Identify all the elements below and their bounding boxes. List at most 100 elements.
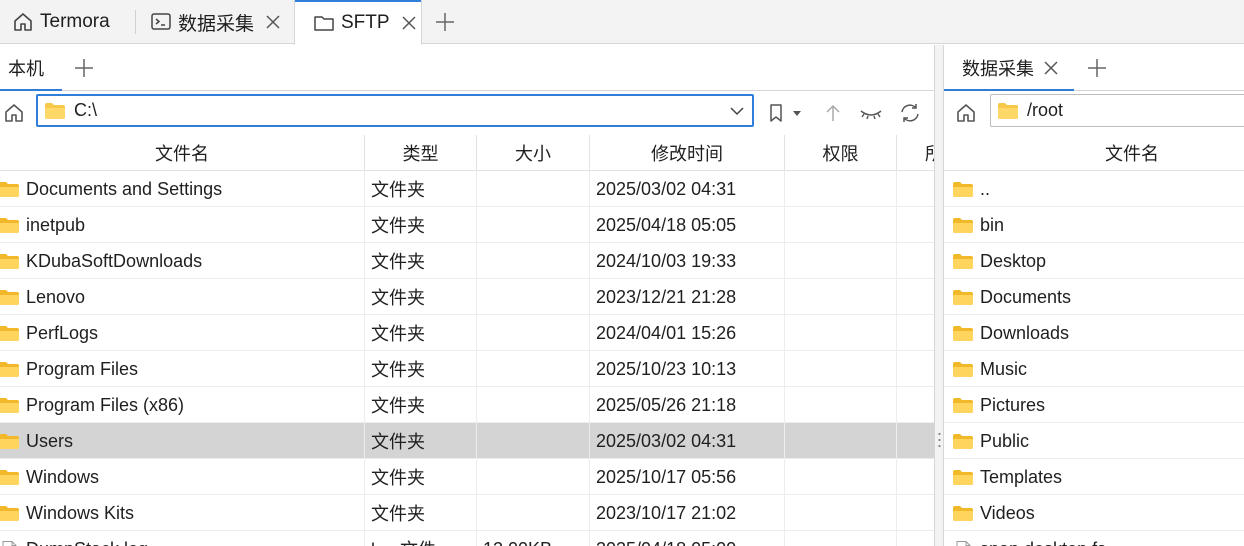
table-row[interactable]: Program Files (x86) 文件夹 2025/05/26 21:18 [0, 387, 934, 423]
cell-owner [897, 423, 934, 459]
cell-modified: 2025/03/02 04:31 [590, 423, 785, 459]
cell-text: Music [980, 358, 1028, 379]
column-header-type[interactable]: 类型 [365, 135, 477, 171]
column-header-permission[interactable]: 权限 [785, 135, 897, 171]
table-row[interactable]: snap.desktop.fs [944, 531, 1244, 546]
home-icon [5, 104, 23, 122]
table-row[interactable]: Lenovo 文件夹 2023/12/21 21:28 [0, 279, 934, 315]
table-row[interactable]: Templates [944, 459, 1244, 495]
chevron-down-icon[interactable] [728, 102, 746, 120]
table-row[interactable]: Users 文件夹 2025/03/02 04:31 [0, 423, 934, 459]
cell-text: KDubaSoftDownloads [26, 250, 203, 271]
cell-text: 文件夹 [371, 252, 425, 272]
parent-directory-button[interactable] [820, 100, 846, 126]
folder-icon [0, 505, 20, 522]
table-row[interactable]: Music [944, 351, 1244, 387]
add-tab-button[interactable] [432, 9, 458, 35]
folder-icon [952, 325, 974, 342]
table-row[interactable]: Public [944, 423, 1244, 459]
cell-name: Documents and Settings [0, 171, 365, 207]
cell-text: 文件夹 [371, 504, 425, 524]
tab-termora[interactable]: Termora [12, 0, 110, 44]
cell-text: Documents and Settings [26, 178, 223, 199]
local-path-bar: C:\ [0, 91, 934, 135]
table-row[interactable]: bin [944, 207, 1244, 243]
arrow-up-icon [826, 104, 840, 121]
close-icon[interactable] [400, 14, 418, 32]
tab-label: Termora [40, 11, 110, 32]
cell-text: 2025/10/17 05:56 [596, 466, 737, 487]
remote-subtabs: 数据采集 [944, 45, 1244, 92]
remote-table-header: 文件名 [944, 135, 1244, 171]
column-header-owner[interactable]: 所 [897, 135, 934, 171]
table-row[interactable]: Pictures [944, 387, 1244, 423]
folder-icon [952, 397, 974, 414]
table-row[interactable]: Documents and Settings 文件夹 2025/03/02 04:3… [0, 171, 934, 207]
folder-icon [44, 102, 66, 120]
column-header-name[interactable]: 文件名 [0, 135, 365, 171]
table-row[interactable]: inetpub 文件夹 2025/04/18 05:05 [0, 207, 934, 243]
table-row[interactable]: Documents [944, 279, 1244, 315]
add-session-button[interactable] [71, 55, 97, 81]
table-row[interactable]: Program Files 文件夹 2025/10/23 10:13 [0, 351, 934, 387]
refresh-button[interactable] [897, 100, 923, 126]
cell-text: 2025/10/23 10:13 [596, 358, 737, 379]
tab-sftp[interactable]: SFTP [294, 0, 422, 45]
cell-text: 文件夹 [371, 360, 425, 380]
column-header-modified[interactable]: 修改时间 [590, 135, 785, 171]
home-button[interactable] [954, 101, 978, 125]
refresh-icon [901, 104, 919, 122]
close-icon[interactable] [1042, 59, 1060, 77]
table-row[interactable]: .. [944, 171, 1244, 207]
bookmark-button[interactable] [763, 100, 789, 126]
show-hidden-button[interactable] [858, 100, 884, 126]
drag-handle-icon[interactable] [938, 431, 941, 449]
table-row[interactable]: Windows 文件夹 2025/10/17 05:56 [0, 459, 934, 495]
cell-text: 2025/04/18 05:00 [596, 539, 736, 546]
folder-icon [0, 325, 20, 342]
home-icon [12, 11, 34, 33]
local-pane: 本机 C:\ 文件名 类型 大小 修改时间 权限 Documents and S… [0, 45, 934, 546]
local-path-input[interactable]: C:\ [36, 94, 754, 127]
table-row[interactable]: Downloads [944, 315, 1244, 351]
cell-text: DumpStack.log [26, 539, 148, 546]
remote-path-input[interactable]: /root [990, 94, 1244, 127]
cell-name: .. [944, 171, 1244, 207]
folder-icon [0, 181, 20, 198]
tab-label: SFTP [341, 11, 390, 33]
column-header-name[interactable]: 文件名 [944, 135, 1244, 171]
table-row[interactable]: PerfLogs 文件夹 2024/04/01 15:26 [0, 315, 934, 351]
subtab-remote[interactable]: 数据采集 [944, 45, 1074, 92]
pane-divider[interactable] [934, 45, 944, 546]
subtab-local[interactable]: 本机 [0, 45, 62, 92]
cell-owner [897, 315, 934, 351]
folder-icon [0, 361, 20, 378]
cell-perm [785, 495, 897, 531]
cell-text: Desktop [980, 250, 1047, 271]
close-icon[interactable] [264, 13, 282, 31]
cell-perm [785, 207, 897, 243]
table-row[interactable]: Desktop [944, 243, 1244, 279]
cell-name: Templates [944, 459, 1244, 495]
cell-text: inetpub [26, 214, 86, 235]
cell-size [477, 315, 590, 351]
cell-name: DumpStack.log [0, 531, 365, 546]
table-row[interactable]: KDubaSoftDownloads 文件夹 2024/10/03 19:33 [0, 243, 934, 279]
table-row[interactable]: DumpStack.log log 文件 12.00KB 2025/04/18 05:… [0, 531, 934, 546]
cell-text: 2023/12/21 21:28 [596, 286, 737, 307]
cell-text: snap.desktop.fs [980, 539, 1106, 546]
column-header-size[interactable]: 大小 [477, 135, 590, 171]
home-button[interactable] [2, 101, 26, 125]
cell-owner [897, 459, 934, 495]
cell-text: 文件夹 [371, 288, 425, 308]
add-session-button[interactable] [1084, 55, 1110, 81]
cell-text: 文件夹 [371, 324, 425, 344]
tab-data-collection[interactable]: 数据采集 [150, 0, 282, 44]
bookmark-dropdown[interactable] [789, 100, 805, 126]
table-row[interactable]: Videos [944, 495, 1244, 531]
remote-file-list: .. bin Desktop Documents Downloads Music Pictu… [944, 171, 1244, 546]
table-row[interactable]: Windows Kits 文件夹 2023/10/17 21:02 [0, 495, 934, 531]
folder-icon [313, 12, 335, 34]
cell-perm [785, 315, 897, 351]
local-subtabs: 本机 [0, 45, 934, 92]
